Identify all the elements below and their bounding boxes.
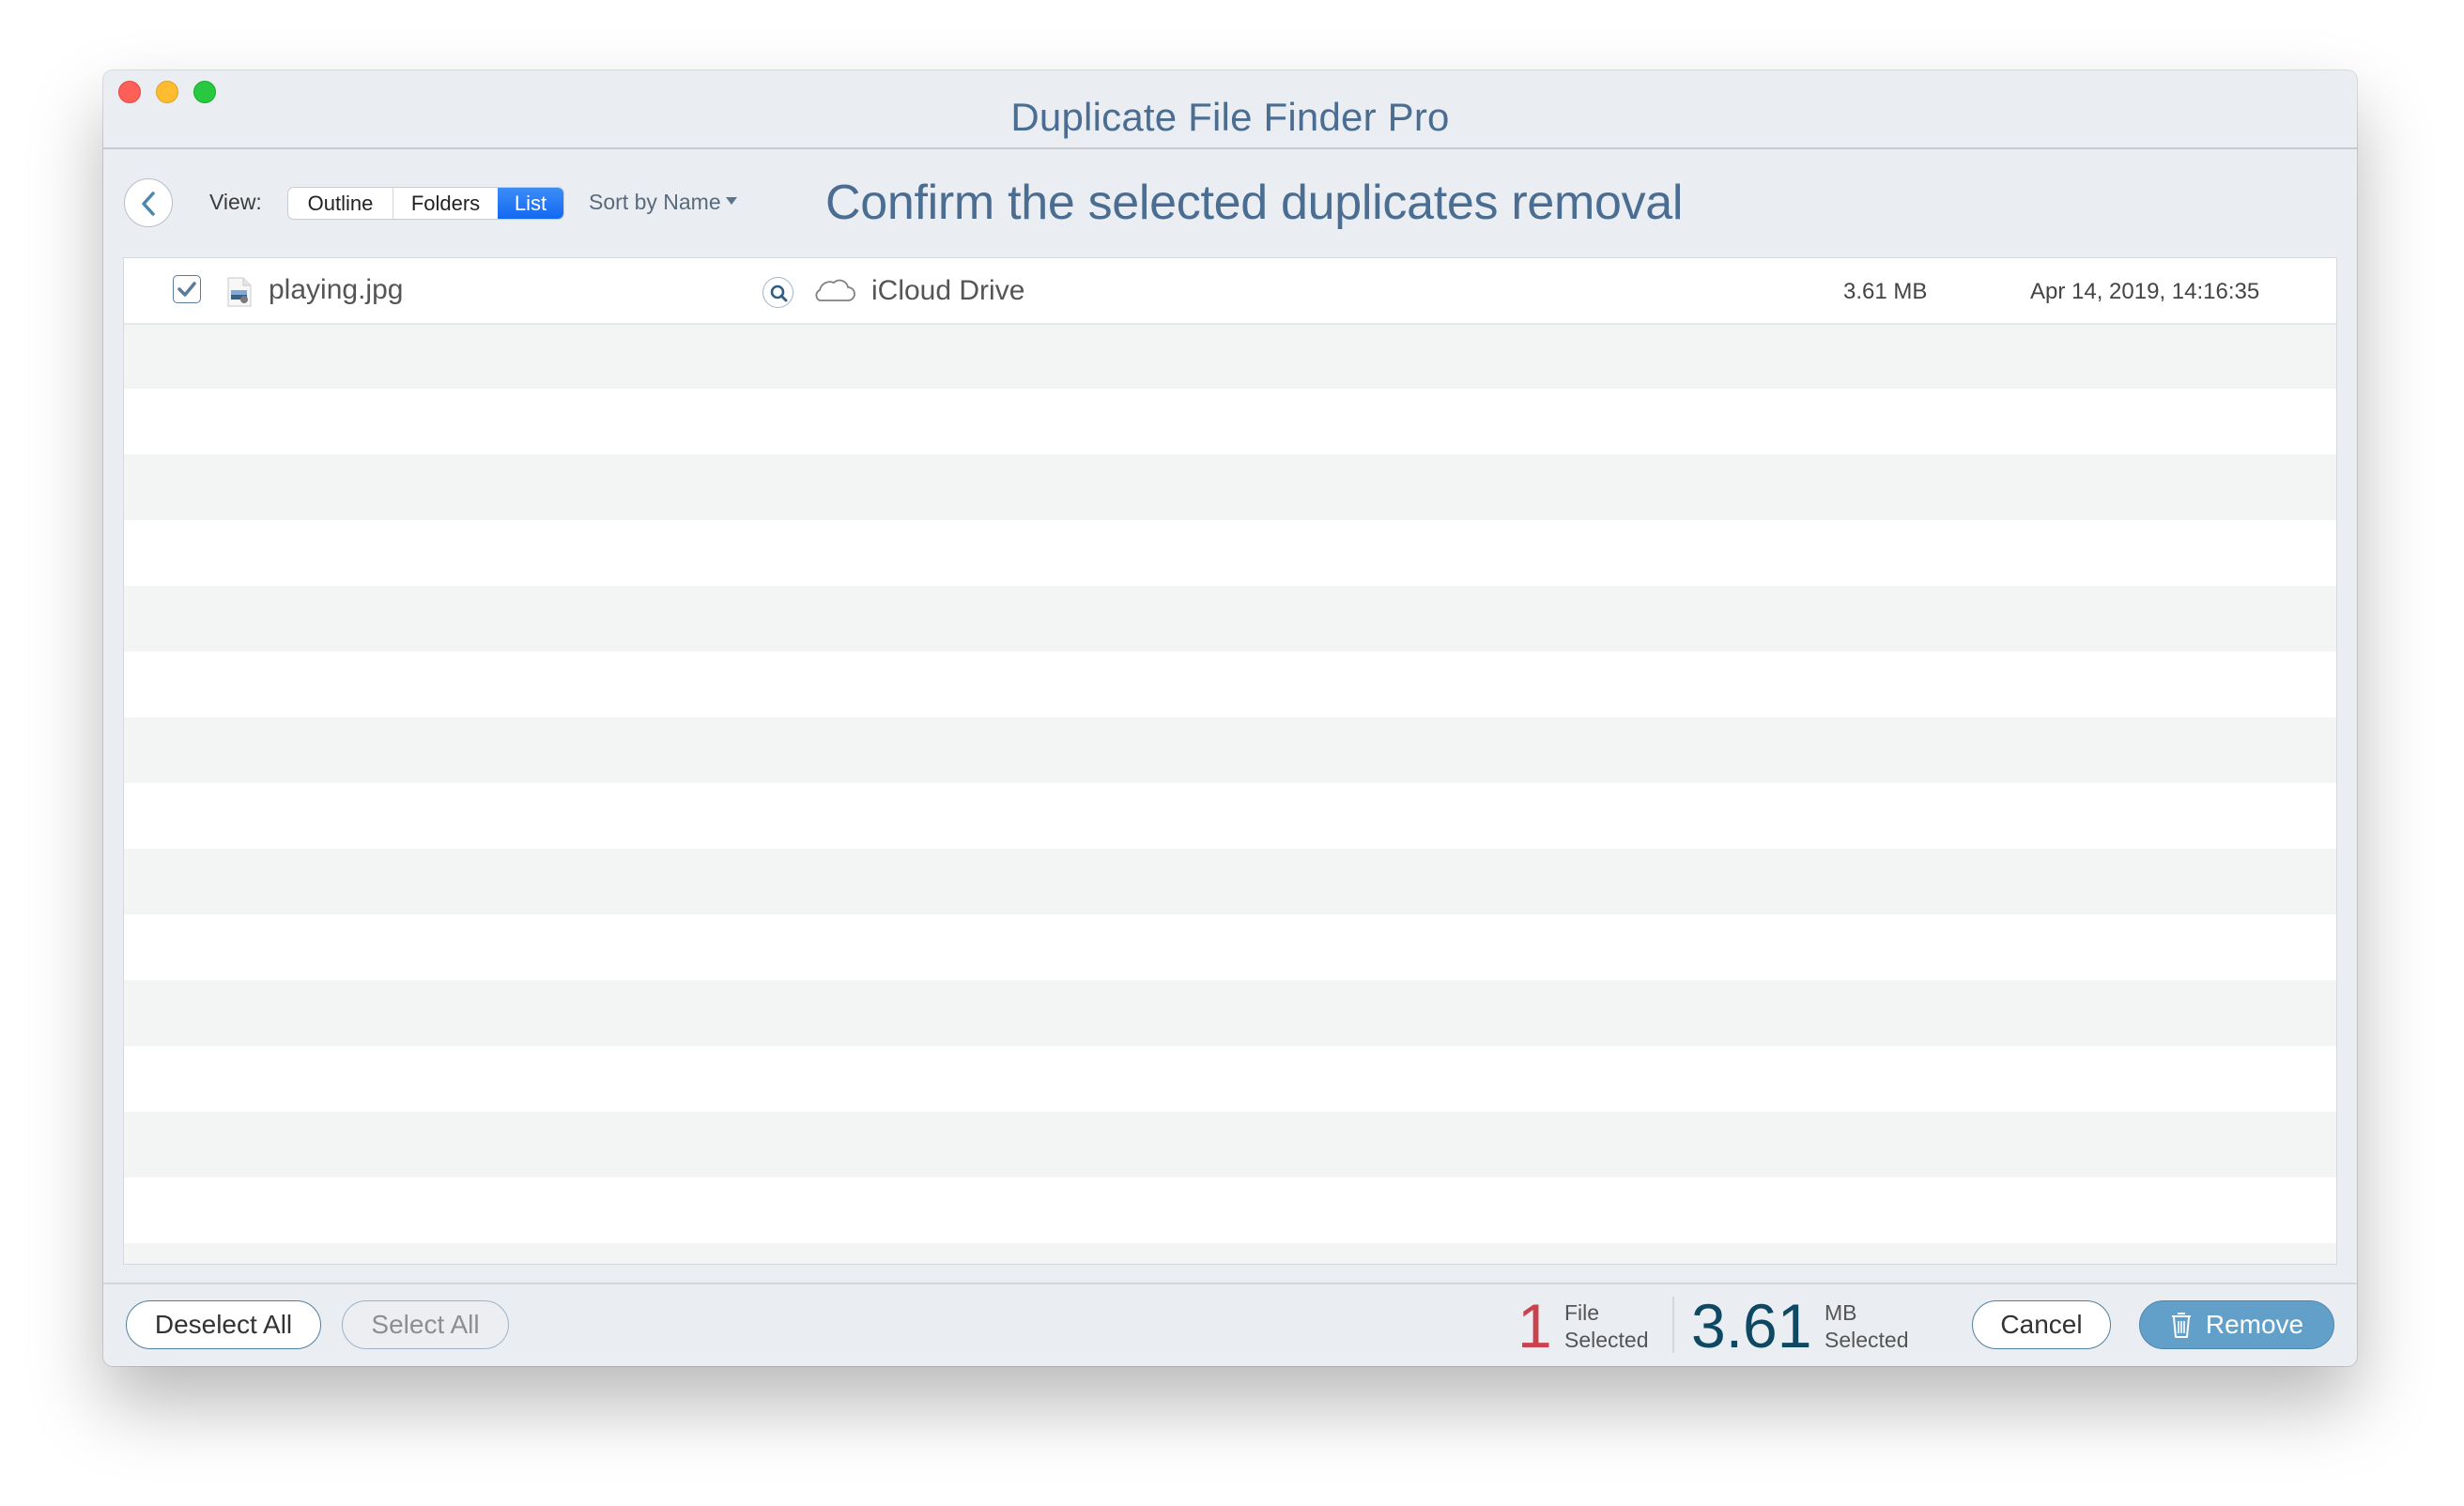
- back-button[interactable]: [124, 178, 173, 227]
- reveal-in-finder-button[interactable]: [762, 277, 793, 308]
- sort-dropdown[interactable]: Sort by Name: [589, 190, 737, 215]
- files-selected-suffix: Selected: [1564, 1328, 1649, 1352]
- size-selected-suffix: Selected: [1825, 1328, 1909, 1352]
- duplicates-list: playing.jpg iCloud Drive 3.61 MB Apr 14,…: [124, 258, 2336, 1264]
- files-selected-count: 1: [1517, 1291, 1552, 1360]
- files-selected-unit: File: [1564, 1300, 1600, 1325]
- caret-down-icon: [725, 196, 737, 205]
- select-all-button[interactable]: Select All: [342, 1300, 509, 1349]
- empty-row: [124, 454, 2336, 520]
- view-mode-segmented-control: Outline Folders List: [288, 188, 563, 219]
- empty-row: [124, 849, 2336, 914]
- view-folders-segment[interactable]: Folders: [393, 188, 498, 219]
- deselect-all-button[interactable]: Deselect All: [126, 1300, 321, 1349]
- empty-row: [124, 520, 2336, 586]
- empty-row: [124, 980, 2336, 1046]
- jpg-file-icon: [227, 277, 252, 307]
- size-selected-unit: MB: [1825, 1300, 1857, 1325]
- cloud-icon: [815, 279, 855, 301]
- empty-row: [124, 914, 2336, 980]
- file-checkbox[interactable]: [173, 275, 201, 303]
- remove-button[interactable]: Remove: [2139, 1300, 2334, 1349]
- empty-row: [124, 586, 2336, 652]
- file-row[interactable]: playing.jpg iCloud Drive 3.61 MB Apr 14,…: [124, 258, 2336, 325]
- file-location: iCloud Drive: [871, 275, 1025, 306]
- file-name: playing.jpg: [269, 274, 404, 305]
- empty-row: [124, 1112, 2336, 1177]
- empty-row: [124, 1243, 2336, 1264]
- empty-row: [124, 783, 2336, 849]
- file-modified-date: Apr 14, 2019, 14:16:35: [2030, 279, 2260, 304]
- view-outline-segment[interactable]: Outline: [288, 188, 393, 219]
- footer-divider: [103, 1283, 2357, 1284]
- chevron-left-icon: [142, 192, 155, 216]
- app-window: Duplicate File Finder Pro View: Outline …: [103, 70, 2357, 1366]
- sort-dropdown-label: Sort by Name: [589, 190, 721, 214]
- cancel-button[interactable]: Cancel: [1972, 1300, 2111, 1349]
- title-bar: Duplicate File Finder Pro: [103, 70, 2357, 149]
- stats-separator: [1672, 1297, 1674, 1353]
- checkmark-icon: [177, 282, 196, 297]
- page-title: Confirm the selected duplicates removal: [825, 176, 1684, 230]
- remove-button-label: Remove: [2205, 1310, 2304, 1339]
- empty-row: [124, 1046, 2336, 1112]
- size-selected-value: 3.61: [1691, 1291, 1812, 1360]
- view-label: View:: [209, 190, 262, 214]
- magnifier-icon: [770, 284, 788, 302]
- size-selected-label: MB Selected: [1825, 1299, 1909, 1354]
- empty-row: [124, 323, 2336, 389]
- files-selected-label: File Selected: [1564, 1299, 1649, 1354]
- app-title: Duplicate File Finder Pro: [1010, 95, 1450, 139]
- empty-row: [124, 717, 2336, 783]
- empty-row: [124, 1177, 2336, 1243]
- file-size: 3.61 MB: [1843, 279, 1928, 304]
- empty-row: [124, 652, 2336, 717]
- trash-icon: [2171, 1313, 2191, 1338]
- empty-row: [124, 389, 2336, 454]
- view-list-segment[interactable]: List: [498, 188, 563, 219]
- list-background-rows: [124, 323, 2336, 1264]
